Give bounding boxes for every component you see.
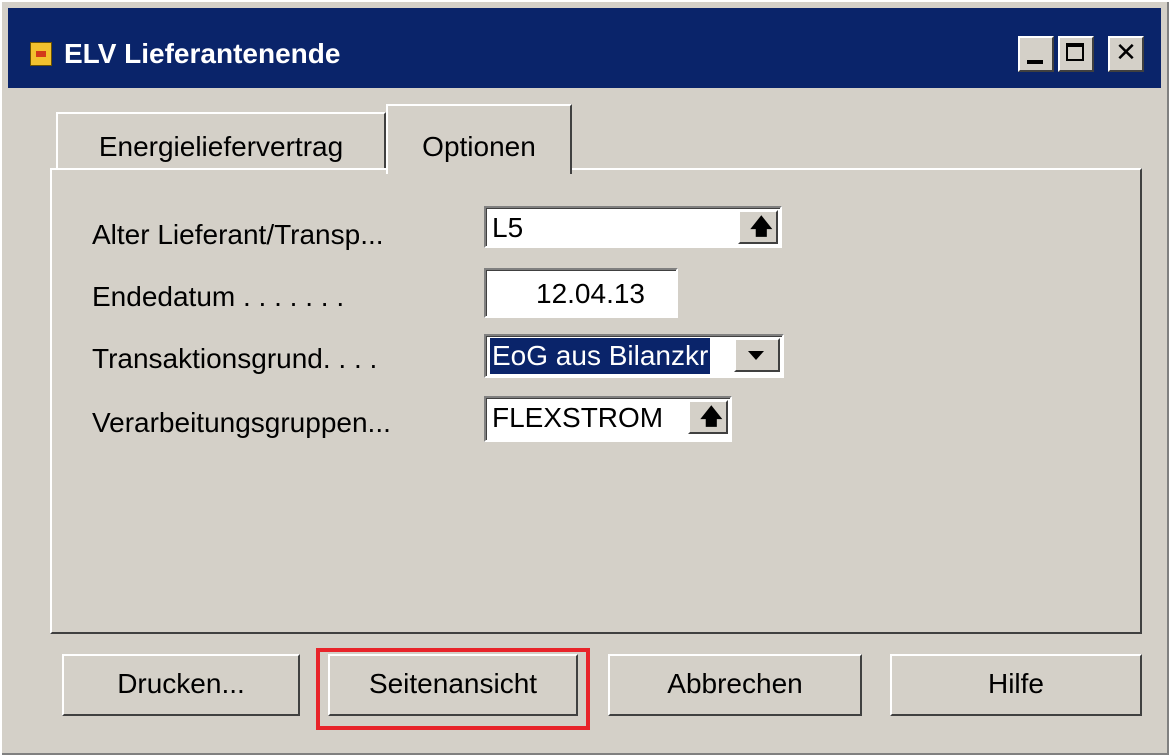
alter-lieferant-field[interactable]: L5 🡅	[484, 206, 782, 248]
form-icon	[30, 42, 52, 66]
verarbeitungsgruppen-lookup-button[interactable]: 🡅	[688, 400, 728, 434]
seitenansicht-button[interactable]: Seitenansicht	[328, 654, 578, 716]
transaktionsgrund-label: Transaktionsgrund. . . .	[92, 343, 378, 374]
close-icon: ✕	[1115, 38, 1137, 68]
tab-energieliefervertrag[interactable]: Energieliefervertrag	[56, 112, 386, 172]
close-button[interactable]: ✕	[1108, 36, 1144, 72]
title-bar[interactable]: ELV Lieferantenende ✕	[8, 8, 1161, 88]
transaktionsgrund-dropdown-button[interactable]	[734, 338, 780, 372]
verarbeitungsgruppen-value: FLEXSTROM	[492, 402, 664, 433]
lookup-arrow-icon: 🡅	[750, 214, 773, 239]
alter-lieferant-label: Alter Lieferant/Transp...	[92, 219, 384, 250]
endedatum-value: 12.04.13	[536, 278, 645, 309]
verarbeitungsgruppen-label: Verarbeitungsgruppen...	[92, 407, 391, 438]
transaktionsgrund-select[interactable]: EoG aus Bilanzkr	[484, 334, 784, 378]
abbrechen-button[interactable]: Abbrechen	[608, 654, 862, 716]
minimize-button[interactable]	[1018, 36, 1054, 72]
verarbeitungsgruppen-field[interactable]: FLEXSTROM 🡅	[484, 396, 732, 442]
alter-lieferant-value: L5	[492, 212, 524, 243]
dropdown-arrow-icon	[748, 351, 764, 360]
dialog-window: ELV Lieferantenende ✕ Energieliefervertr…	[0, 0, 1169, 755]
endedatum-field[interactable]: 12.04.13	[484, 268, 678, 318]
hilfe-button[interactable]: Hilfe	[890, 654, 1142, 716]
maximize-button[interactable]	[1058, 36, 1094, 72]
tab-optionen[interactable]: Optionen	[386, 104, 572, 174]
transaktionsgrund-value: EoG aus Bilanzkr	[490, 338, 711, 374]
endedatum-label: Endedatum . . . . . . .	[92, 281, 345, 312]
window-title: ELV Lieferantenende	[64, 38, 341, 69]
alter-lieferant-lookup-button[interactable]: 🡅	[738, 210, 778, 244]
drucken-button[interactable]: Drucken...	[62, 654, 300, 716]
lookup-arrow-icon: 🡅	[700, 404, 723, 429]
